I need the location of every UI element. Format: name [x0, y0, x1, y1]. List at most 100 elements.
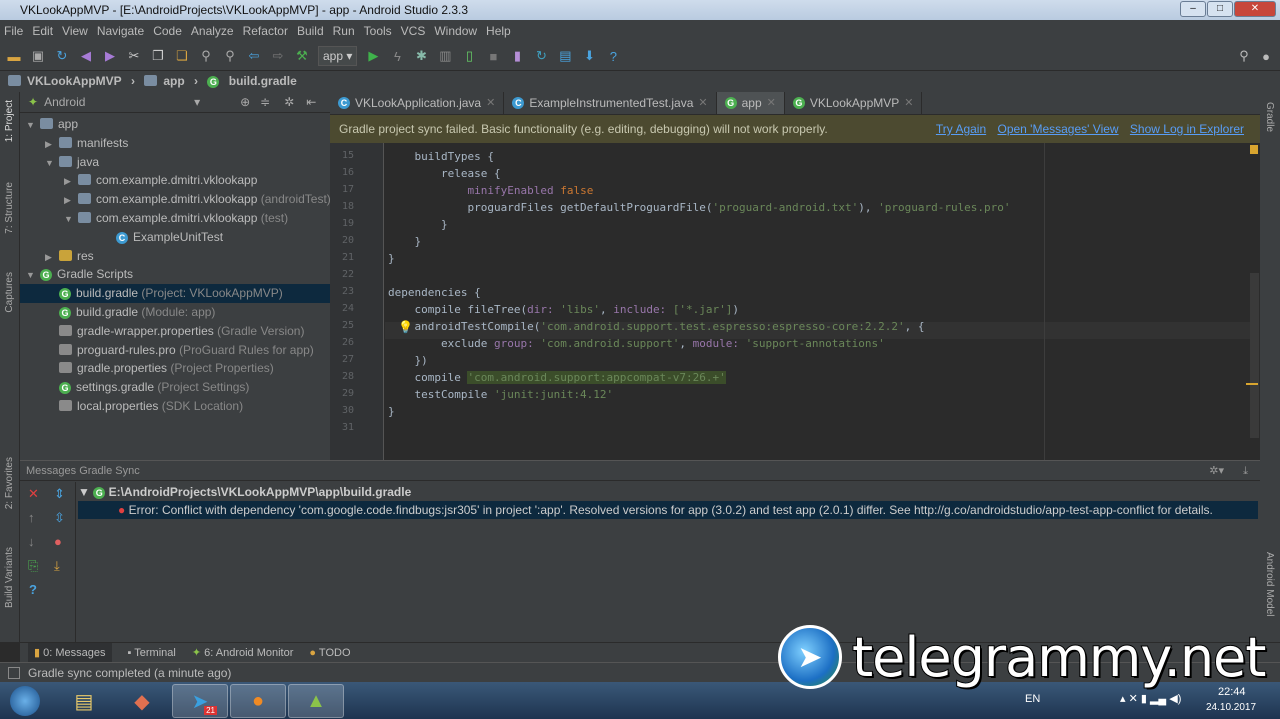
profile-icon[interactable]: ▥	[437, 48, 453, 64]
project-view-select[interactable]: Android	[44, 92, 184, 112]
code-line[interactable]: buildTypes {	[388, 148, 493, 165]
terminal-tab[interactable]: ▪ Terminal	[128, 643, 176, 662]
make-project-icon[interactable]: ⚒	[294, 48, 310, 64]
close-tab-icon[interactable]: ✕	[904, 92, 913, 114]
code-line[interactable]: androidTestCompile('com.android.support.…	[388, 318, 924, 335]
menu-window[interactable]: Window	[434, 20, 477, 42]
code-line[interactable]: compile 'com.android.support:appcompat-v…	[388, 369, 726, 386]
filter-errors-icon[interactable]: ●	[54, 534, 62, 549]
todo-tab[interactable]: ● TODO	[309, 643, 350, 662]
replace-icon[interactable]: ⚲	[222, 48, 238, 64]
tree-item[interactable]: gradle-wrapper.properties (Gradle Versio…	[20, 322, 330, 341]
firefox-taskbar-icon[interactable]: ●	[230, 684, 286, 718]
tree-item[interactable]: ▶ com.example.dmitri.vklookapp (androidTe…	[20, 190, 331, 209]
cut-icon[interactable]: ✂	[126, 48, 142, 64]
tree-item[interactable]: C ExampleUnitTest	[20, 228, 330, 247]
messages-tab[interactable]: ▮ 0: Messages	[28, 643, 112, 662]
expand-arrow-icon[interactable]: ▶	[45, 135, 59, 154]
collapse-all-icon[interactable]: ⇳	[54, 510, 65, 526]
close-button[interactable]: ✕	[1234, 1, 1276, 17]
start-button[interactable]	[2, 684, 48, 718]
copy-icon[interactable]: ❐	[150, 48, 166, 64]
menu-vcs[interactable]: VCS	[401, 20, 426, 42]
debug-icon[interactable]: ✱	[413, 48, 429, 64]
close-tab-icon[interactable]: ✕	[486, 92, 495, 114]
code-line[interactable]: proguardFiles getDefaultProguardFile('pr…	[388, 199, 1010, 216]
try-again-link[interactable]: Try Again	[936, 122, 986, 136]
export-icon[interactable]: ⎘	[28, 558, 38, 574]
android-studio-taskbar-icon[interactable]: ▲	[288, 684, 344, 718]
breadcrumb-module[interactable]: app ›	[144, 74, 198, 88]
user-icon[interactable]: ●	[1258, 48, 1274, 64]
expand-arrow-icon[interactable]: ▼	[45, 154, 59, 173]
close-tab-icon[interactable]: ✕	[767, 92, 776, 114]
git-taskbar-icon[interactable]: ◆	[114, 684, 170, 718]
code-line[interactable]: release {	[388, 165, 501, 182]
project-structure-icon[interactable]: ▤	[557, 48, 573, 64]
tree-item[interactable]: Gsettings.gradle (Project Settings)	[20, 378, 330, 397]
avd-manager-icon[interactable]: ▮	[509, 48, 525, 64]
close-icon[interactable]: ✕	[28, 486, 39, 502]
code-line[interactable]: })	[388, 352, 427, 369]
structure-tool-button[interactable]: 7: Structure	[4, 182, 15, 234]
editor-scrollbar[interactable]	[1250, 273, 1259, 438]
menu-help[interactable]: Help	[486, 20, 511, 42]
code-line[interactable]: exclude group: 'com.android.support', mo…	[388, 335, 885, 352]
expand-arrow-icon[interactable]: ▶	[64, 172, 78, 191]
open-folder-icon[interactable]: ▬	[6, 48, 22, 64]
favorites-tool-button[interactable]: 2: Favorites	[4, 457, 15, 509]
tree-item[interactable]: ▶ manifests	[20, 134, 330, 153]
tree-item[interactable]: gradle.properties (Project Properties)	[20, 359, 330, 378]
tool-windows-icon[interactable]	[8, 667, 20, 679]
tree-item[interactable]: ▼ com.example.dmitri.vklookapp (test)	[20, 209, 330, 228]
tree-item[interactable]: Gbuild.gradle (Project: VKLookAppMVP)	[20, 284, 330, 304]
menu-tools[interactable]: Tools	[364, 20, 392, 42]
editor-tab[interactable]: G VKLookAppMVP ✕	[785, 92, 923, 114]
tree-item[interactable]: proguard-rules.pro (ProGuard Rules for a…	[20, 341, 330, 360]
menu-navigate[interactable]: Navigate	[97, 20, 144, 42]
code-line[interactable]: dependencies {	[388, 284, 481, 301]
menu-edit[interactable]: Edit	[32, 20, 53, 42]
tree-item[interactable]: ▶ res	[20, 247, 330, 266]
settings-icon[interactable]: ✲	[284, 92, 294, 112]
sdk-manager-icon[interactable]: ⬇	[581, 48, 597, 64]
message-file-row[interactable]: ▼ G E:\AndroidProjects\VKLookAppMVP\app\…	[78, 483, 1258, 501]
telegram-taskbar-icon[interactable]: ➤ 21	[172, 684, 228, 718]
tree-item[interactable]: local.properties (SDK Location)	[20, 397, 330, 416]
tree-item[interactable]: Gbuild.gradle (Module: app)	[20, 303, 330, 322]
hide-icon[interactable]: ⤓	[1243, 461, 1248, 481]
code-line[interactable]: }	[388, 250, 395, 267]
breadcrumb-project[interactable]: VKLookAppMVP ›	[8, 74, 135, 88]
expand-arrow-icon[interactable]: ▶	[45, 248, 59, 267]
view-dropdown-icon[interactable]: ▾	[194, 92, 200, 112]
instant-run-icon[interactable]: ϟ	[389, 48, 405, 64]
undo-icon[interactable]: ◀	[78, 48, 94, 64]
menu-code[interactable]: Code	[153, 20, 182, 42]
android-model-tool-button[interactable]: Android Model	[1264, 552, 1275, 616]
editor-tab[interactable]: C ExampleInstrumentedTest.java ✕	[504, 92, 717, 114]
expand-arrow-icon[interactable]: ▼	[78, 485, 90, 499]
attach-debugger-icon[interactable]: ▯	[461, 48, 477, 64]
menu-build[interactable]: Build	[297, 20, 324, 42]
menu-run[interactable]: Run	[333, 20, 355, 42]
android-monitor-tab[interactable]: ✦ 6: Android Monitor	[192, 643, 294, 662]
expand-arrow-icon[interactable]: ▼	[26, 116, 40, 135]
gradle-tool-button[interactable]: Gradle	[1264, 102, 1275, 132]
redo-icon[interactable]: ▶	[102, 48, 118, 64]
code-line[interactable]: }	[388, 403, 395, 420]
open-messages-link[interactable]: Open 'Messages' View	[997, 122, 1118, 136]
captures-tool-button[interactable]: Captures	[4, 272, 15, 313]
code-line[interactable]: }	[388, 216, 448, 233]
save-icon[interactable]: ▣	[30, 48, 46, 64]
menu-analyze[interactable]: Analyze	[191, 20, 234, 42]
expand-all-icon[interactable]: ⇕	[54, 486, 65, 502]
find-icon[interactable]: ⚲	[198, 48, 214, 64]
code-line[interactable]: }	[388, 233, 421, 250]
code-line[interactable]: compile fileTree(dir: 'libs', include: […	[388, 301, 739, 318]
tree-item[interactable]: ▼ app	[20, 115, 330, 134]
search-icon[interactable]: ⚲	[1236, 48, 1252, 64]
build-variants-tool-button[interactable]: Build Variants	[4, 547, 15, 608]
scroll-from-source-icon[interactable]: ⊕	[240, 92, 250, 112]
help-icon[interactable]: ?	[29, 582, 37, 597]
warning-stripe[interactable]	[1246, 383, 1258, 385]
